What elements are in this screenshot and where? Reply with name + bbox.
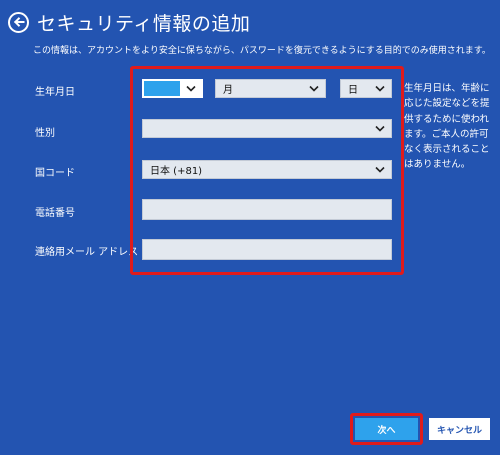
country-code-label: 国コード [35,168,75,179]
cancel-button[interactable]: キャンセル [429,418,490,440]
birth-year-selection [144,81,180,96]
chevron-down-icon [373,166,387,173]
phone-label: 電話番号 [35,208,75,219]
phone-input[interactable] [142,199,392,220]
birthdate-label: 生年月日 [35,87,75,98]
birth-month-value: 月 [223,85,233,96]
back-button[interactable] [8,11,29,33]
page-title: セキュリティ情報の追加 [37,12,251,35]
birthdate-note: 生年月日は、年齢に応じた設定などを提供するために使われます。ご本人の許可なく表示… [404,83,490,171]
gender-select[interactable] [142,119,392,138]
next-button[interactable]: 次へ [355,418,418,440]
birth-day-value: 日 [348,85,358,96]
chevron-down-icon [373,85,387,92]
chevron-down-icon [184,85,198,92]
country-code-select[interactable]: 日本 (+81) [142,160,392,179]
gender-label: 性別 [35,128,55,139]
alt-email-input[interactable] [142,239,392,260]
chevron-down-icon [307,85,321,92]
security-info-page: セキュリティ情報の追加 この情報は、アカウントをより安全に保ちながら、パスワード… [0,0,500,455]
country-code-value: 日本 (+81) [150,166,203,177]
birth-day-select[interactable]: 日 [340,79,392,98]
page-header: セキュリティ情報の追加 [8,8,250,36]
chevron-down-icon [373,125,387,132]
back-arrow-icon [13,17,24,27]
page-description: この情報は、アカウントをより安全に保ちながら、パスワードを復元できるようにする目… [33,46,491,56]
alt-email-label: 連絡用メール アドレス [35,247,139,258]
birth-month-select[interactable]: 月 [215,79,326,98]
birth-year-select[interactable] [142,79,203,98]
